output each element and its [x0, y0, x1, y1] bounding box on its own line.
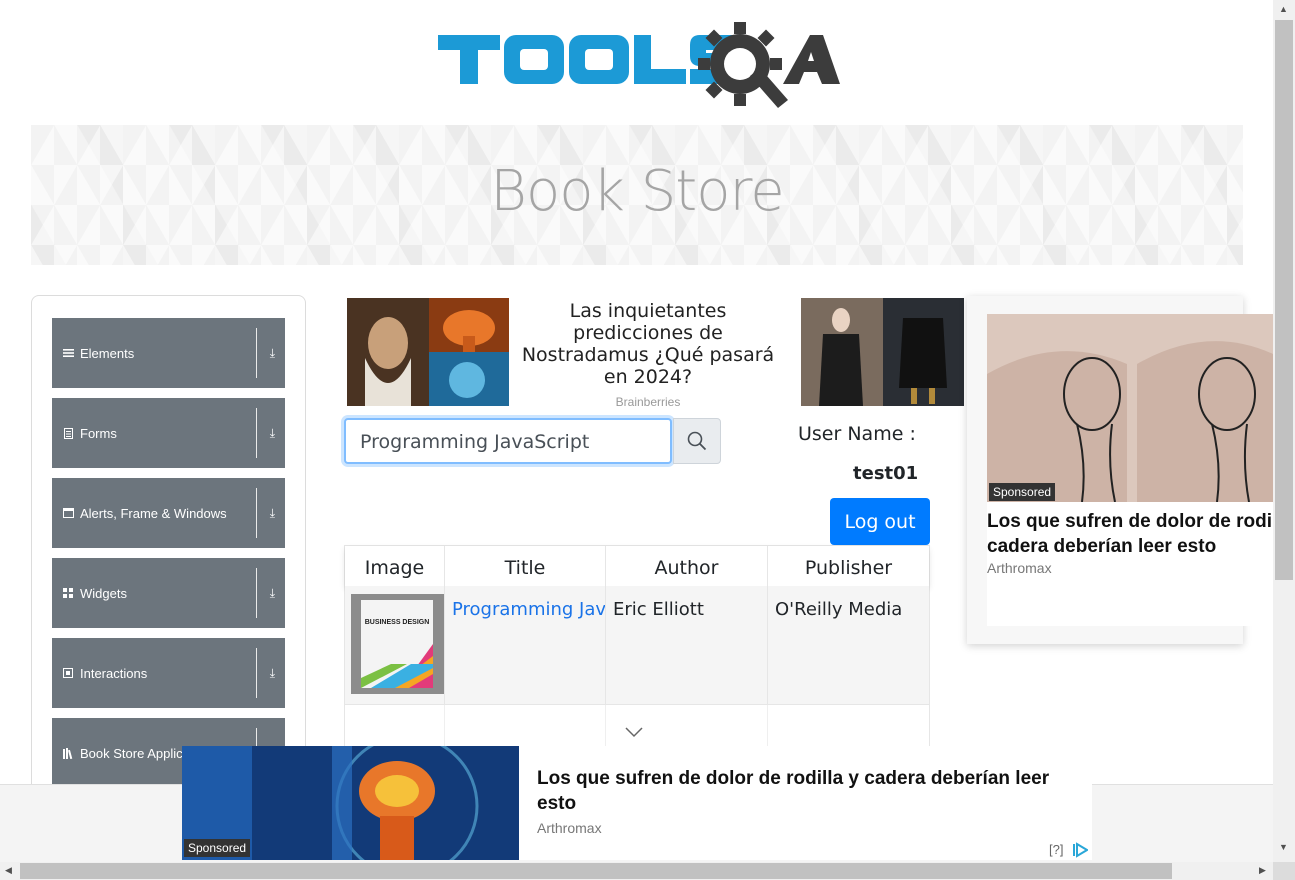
chevron-down-icon[interactable] [625, 726, 643, 738]
sponsored-headline-line1: Los que sufren de dolor de rodilla y [987, 511, 1295, 532]
ad-headline[interactable]: Las inquietantes predicciones de Nostrad… [512, 300, 784, 388]
column-header-title[interactable]: Title [445, 546, 606, 586]
column-header-publisher[interactable]: Publisher [768, 546, 929, 586]
user-name-label: User Name : [798, 423, 916, 445]
table-cell-publisher: O'Reilly Media [775, 599, 903, 620]
sidebar-item-elements[interactable]: Elements ⤓ [52, 318, 285, 388]
page-banner: Book Store [31, 125, 1243, 265]
book-cover-text: BUSINESS DESIGN [365, 619, 430, 626]
interaction-icon [62, 667, 74, 679]
sponsored-card[interactable]: Sponsored Los que sufren de dolor de rod… [967, 296, 1295, 644]
horizontal-scroll-thumb[interactable] [20, 863, 1172, 879]
download-arrow-icon[interactable]: ⤓ [270, 346, 275, 361]
sponsored-card-content: Sponsored Los que sufren de dolor de rod… [987, 314, 1295, 626]
book-cover-image: BUSINESS DESIGN [351, 594, 444, 694]
download-arrow-icon[interactable]: ⤓ [270, 506, 275, 521]
ad-help-link[interactable]: [?] [1049, 842, 1063, 857]
sidebar-item-label: Forms [80, 425, 117, 441]
sidebar-item-label: Interactions [80, 665, 148, 681]
table-cell-title: Programming JavaScript Applications [445, 586, 606, 704]
sponsored-image-knees[interactable]: Sponsored [987, 314, 1273, 502]
search-input-value: Programming JavaScript [360, 431, 590, 453]
horizontal-scrollbar[interactable]: ◀ ▶ [0, 862, 1273, 880]
download-arrow-icon[interactable]: ⤓ [270, 426, 275, 441]
table-cell-empty [768, 705, 929, 748]
scroll-down-arrow-icon[interactable]: ▼ [1279, 842, 1288, 852]
ad-image-fashion[interactable] [801, 298, 964, 406]
scroll-right-arrow-icon[interactable]: ▶ [1259, 865, 1266, 876]
sponsored-badge: Sponsored [184, 839, 251, 857]
sidebar-divider [256, 648, 257, 698]
sponsored-headline[interactable]: Los que sufren de dolor de rodilla y cad… [537, 766, 1087, 816]
sponsored-source[interactable]: Arthromax [537, 820, 602, 836]
book-title-link[interactable]: Programming JavaScript Applications [452, 599, 605, 620]
table-row: BUSINESS DESIGN Programming JavaScript A… [345, 586, 929, 705]
sidebar-item-label: Alerts, Frame & Windows [80, 505, 227, 521]
sponsored-headline-line2: cadera deberían leer esto [987, 536, 1217, 557]
books-icon [62, 747, 74, 759]
scroll-up-arrow-icon[interactable]: ▲ [1279, 4, 1288, 14]
sponsored-image-knee-xray[interactable]: Sponsored [182, 746, 519, 860]
books-table: Image Title Author Publisher BUSINESS DE… [344, 545, 930, 748]
table-header: Image Title Author Publisher [345, 546, 929, 586]
download-arrow-icon[interactable]: ⤓ [270, 666, 275, 681]
ad-image-nostradamus[interactable] [347, 298, 509, 406]
bottom-sponsored-ad[interactable]: Sponsored Los que sufren de dolor de rod… [182, 746, 1092, 860]
sidebar-divider [256, 568, 257, 618]
search-input[interactable]: Programming JavaScript [344, 418, 672, 464]
sidebar-item-alerts-frame-windows[interactable]: Alerts, Frame & Windows ⤓ [52, 478, 285, 548]
search-button[interactable] [673, 418, 721, 464]
sidebar-divider [256, 408, 257, 458]
sidebar-item-widgets[interactable]: Widgets ⤓ [52, 558, 285, 628]
sidebar-item-interactions[interactable]: Interactions ⤓ [52, 638, 285, 708]
table-cell-image: BUSINESS DESIGN [345, 586, 445, 704]
sidebar: Elements ⤓ Forms ⤓ Alerts, Frame & Windo… [31, 295, 306, 797]
toolsqa-logo[interactable] [438, 20, 840, 112]
user-name-value: test01 [853, 463, 919, 484]
page-title: Book Store [490, 159, 784, 224]
sponsored-headline[interactable]: Los que sufren de dolor de rodilla y cad… [987, 509, 1295, 559]
sponsored-source[interactable]: Arthromax [987, 560, 1052, 576]
window-icon [62, 507, 74, 519]
menu-lines-icon [62, 347, 74, 359]
form-doc-icon [62, 427, 74, 439]
adchoices-icon[interactable] [1072, 842, 1088, 858]
vertical-scrollbar[interactable]: ▲ ▼ [1273, 0, 1295, 862]
sidebar-item-forms[interactable]: Forms ⤓ [52, 398, 285, 468]
logout-button[interactable]: Log out [830, 498, 930, 545]
vertical-scroll-thumb[interactable] [1275, 20, 1293, 580]
sidebar-item-label: Widgets [80, 585, 127, 601]
column-header-image[interactable]: Image [345, 546, 445, 586]
grid-icon [62, 587, 74, 599]
sidebar-divider [256, 488, 257, 538]
scroll-left-arrow-icon[interactable]: ◀ [5, 865, 12, 876]
sponsored-badge: Sponsored [989, 483, 1056, 501]
ad-source[interactable]: Brainberries [512, 395, 784, 409]
logo-graphic [438, 22, 840, 108]
download-arrow-icon[interactable]: ⤓ [270, 586, 275, 601]
sidebar-item-label: Book Store Application [80, 745, 192, 761]
sidebar-item-label: Elements [80, 345, 135, 361]
scrollbar-corner [1273, 862, 1295, 880]
table-cell-empty [445, 705, 606, 748]
sidebar-divider [256, 328, 257, 378]
table-cell-empty [345, 705, 445, 748]
column-header-author[interactable]: Author [606, 546, 768, 586]
table-cell-author: Eric Elliott [606, 586, 768, 704]
search-icon [687, 431, 707, 451]
